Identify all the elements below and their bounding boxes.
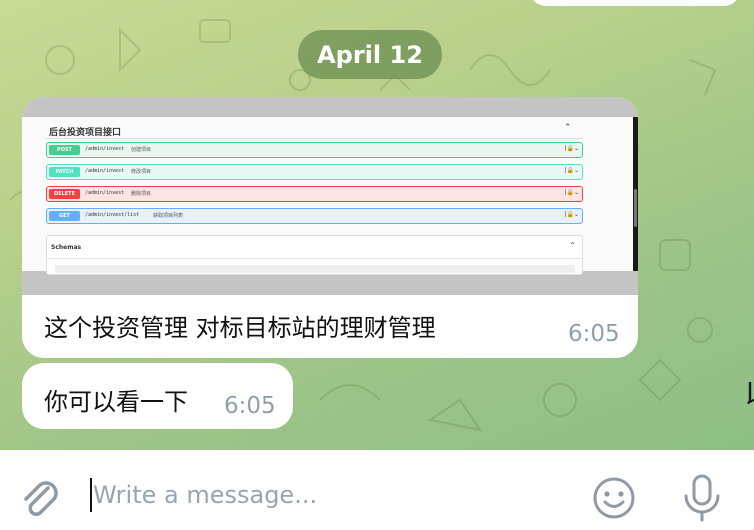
endpoint-row-delete: DELETE /admin/invest 删除项目 |🔒⌄: [46, 186, 583, 202]
endpoint-desc: 删除项目: [131, 191, 152, 197]
paperclip-icon[interactable]: [18, 474, 62, 522]
chat-area: 以 April 12 后台投资项目接口 ⌃ POST /admin/invest…: [0, 0, 754, 450]
clipped-text: 以: [744, 370, 754, 414]
endpoint-row-get: GET /admin/invest/list 获取项目列表 |🔒⌄: [46, 208, 583, 224]
schemas-title: Schemas: [51, 244, 82, 251]
divider: [46, 138, 583, 139]
endpoint-path: /admin/invest: [85, 168, 125, 174]
api-docs-panel: 后台投资项目接口 ⌃ POST /admin/invest 创建项目 |🔒⌄ P…: [22, 117, 634, 275]
date-badge: April 12: [298, 30, 442, 79]
endpoint-desc: 创建项目: [131, 147, 152, 153]
previous-message-bubble: [530, 0, 740, 6]
message-bubble[interactable]: 你可以看一下 6:05: [22, 363, 293, 429]
microphone-icon[interactable]: [680, 472, 724, 524]
endpoint-path: /admin/invest/list: [85, 212, 140, 218]
message-text: 这个投资管理 对标目标站的理财管理: [44, 314, 436, 342]
chevron-up-icon: ⌃: [564, 123, 572, 133]
lock-chevron-icon: |🔒⌄: [564, 145, 579, 152]
divider: [47, 258, 582, 259]
scrollbar-thumb: [634, 189, 637, 227]
lock-chevron-icon: |🔒⌄: [564, 211, 579, 218]
message-bubble[interactable]: 后台投资项目接口 ⌃ POST /admin/invest 创建项目 |🔒⌄ P…: [22, 97, 638, 358]
endpoint-desc: 修改项目: [131, 169, 152, 175]
api-group-title: 后台投资项目接口: [49, 128, 122, 138]
endpoint-path: /admin/invest: [85, 190, 125, 196]
message-input[interactable]: [93, 474, 573, 516]
endpoint-row-patch: PATCH /admin/invest 修改项目 |🔒⌄: [46, 164, 583, 180]
lock-chevron-icon: |🔒⌄: [564, 189, 579, 196]
method-badge: GET: [49, 211, 80, 221]
endpoint-row-post: POST /admin/invest 创建项目 |🔒⌄: [46, 142, 583, 158]
message-time: 6:05: [224, 393, 276, 419]
endpoint-desc: 获取项目列表: [153, 213, 184, 219]
endpoint-path: /admin/invest: [85, 146, 125, 152]
schema-placeholder: [55, 265, 575, 273]
text-caret: [90, 478, 92, 512]
method-badge: DELETE: [49, 189, 80, 199]
screenshot-attachment[interactable]: 后台投资项目接口 ⌃ POST /admin/invest 创建项目 |🔒⌄ P…: [22, 97, 638, 295]
message-time: 6:05: [568, 321, 620, 347]
chevron-up-icon: ⌃: [569, 241, 576, 250]
smiley-icon[interactable]: [590, 474, 638, 522]
method-badge: PATCH: [49, 167, 80, 177]
message-text: 你可以看一下: [44, 388, 188, 416]
method-badge: POST: [49, 145, 80, 155]
lock-chevron-icon: |🔒⌄: [564, 167, 579, 174]
message-composer: [0, 450, 754, 530]
schemas-section: Schemas ⌃: [46, 235, 583, 275]
